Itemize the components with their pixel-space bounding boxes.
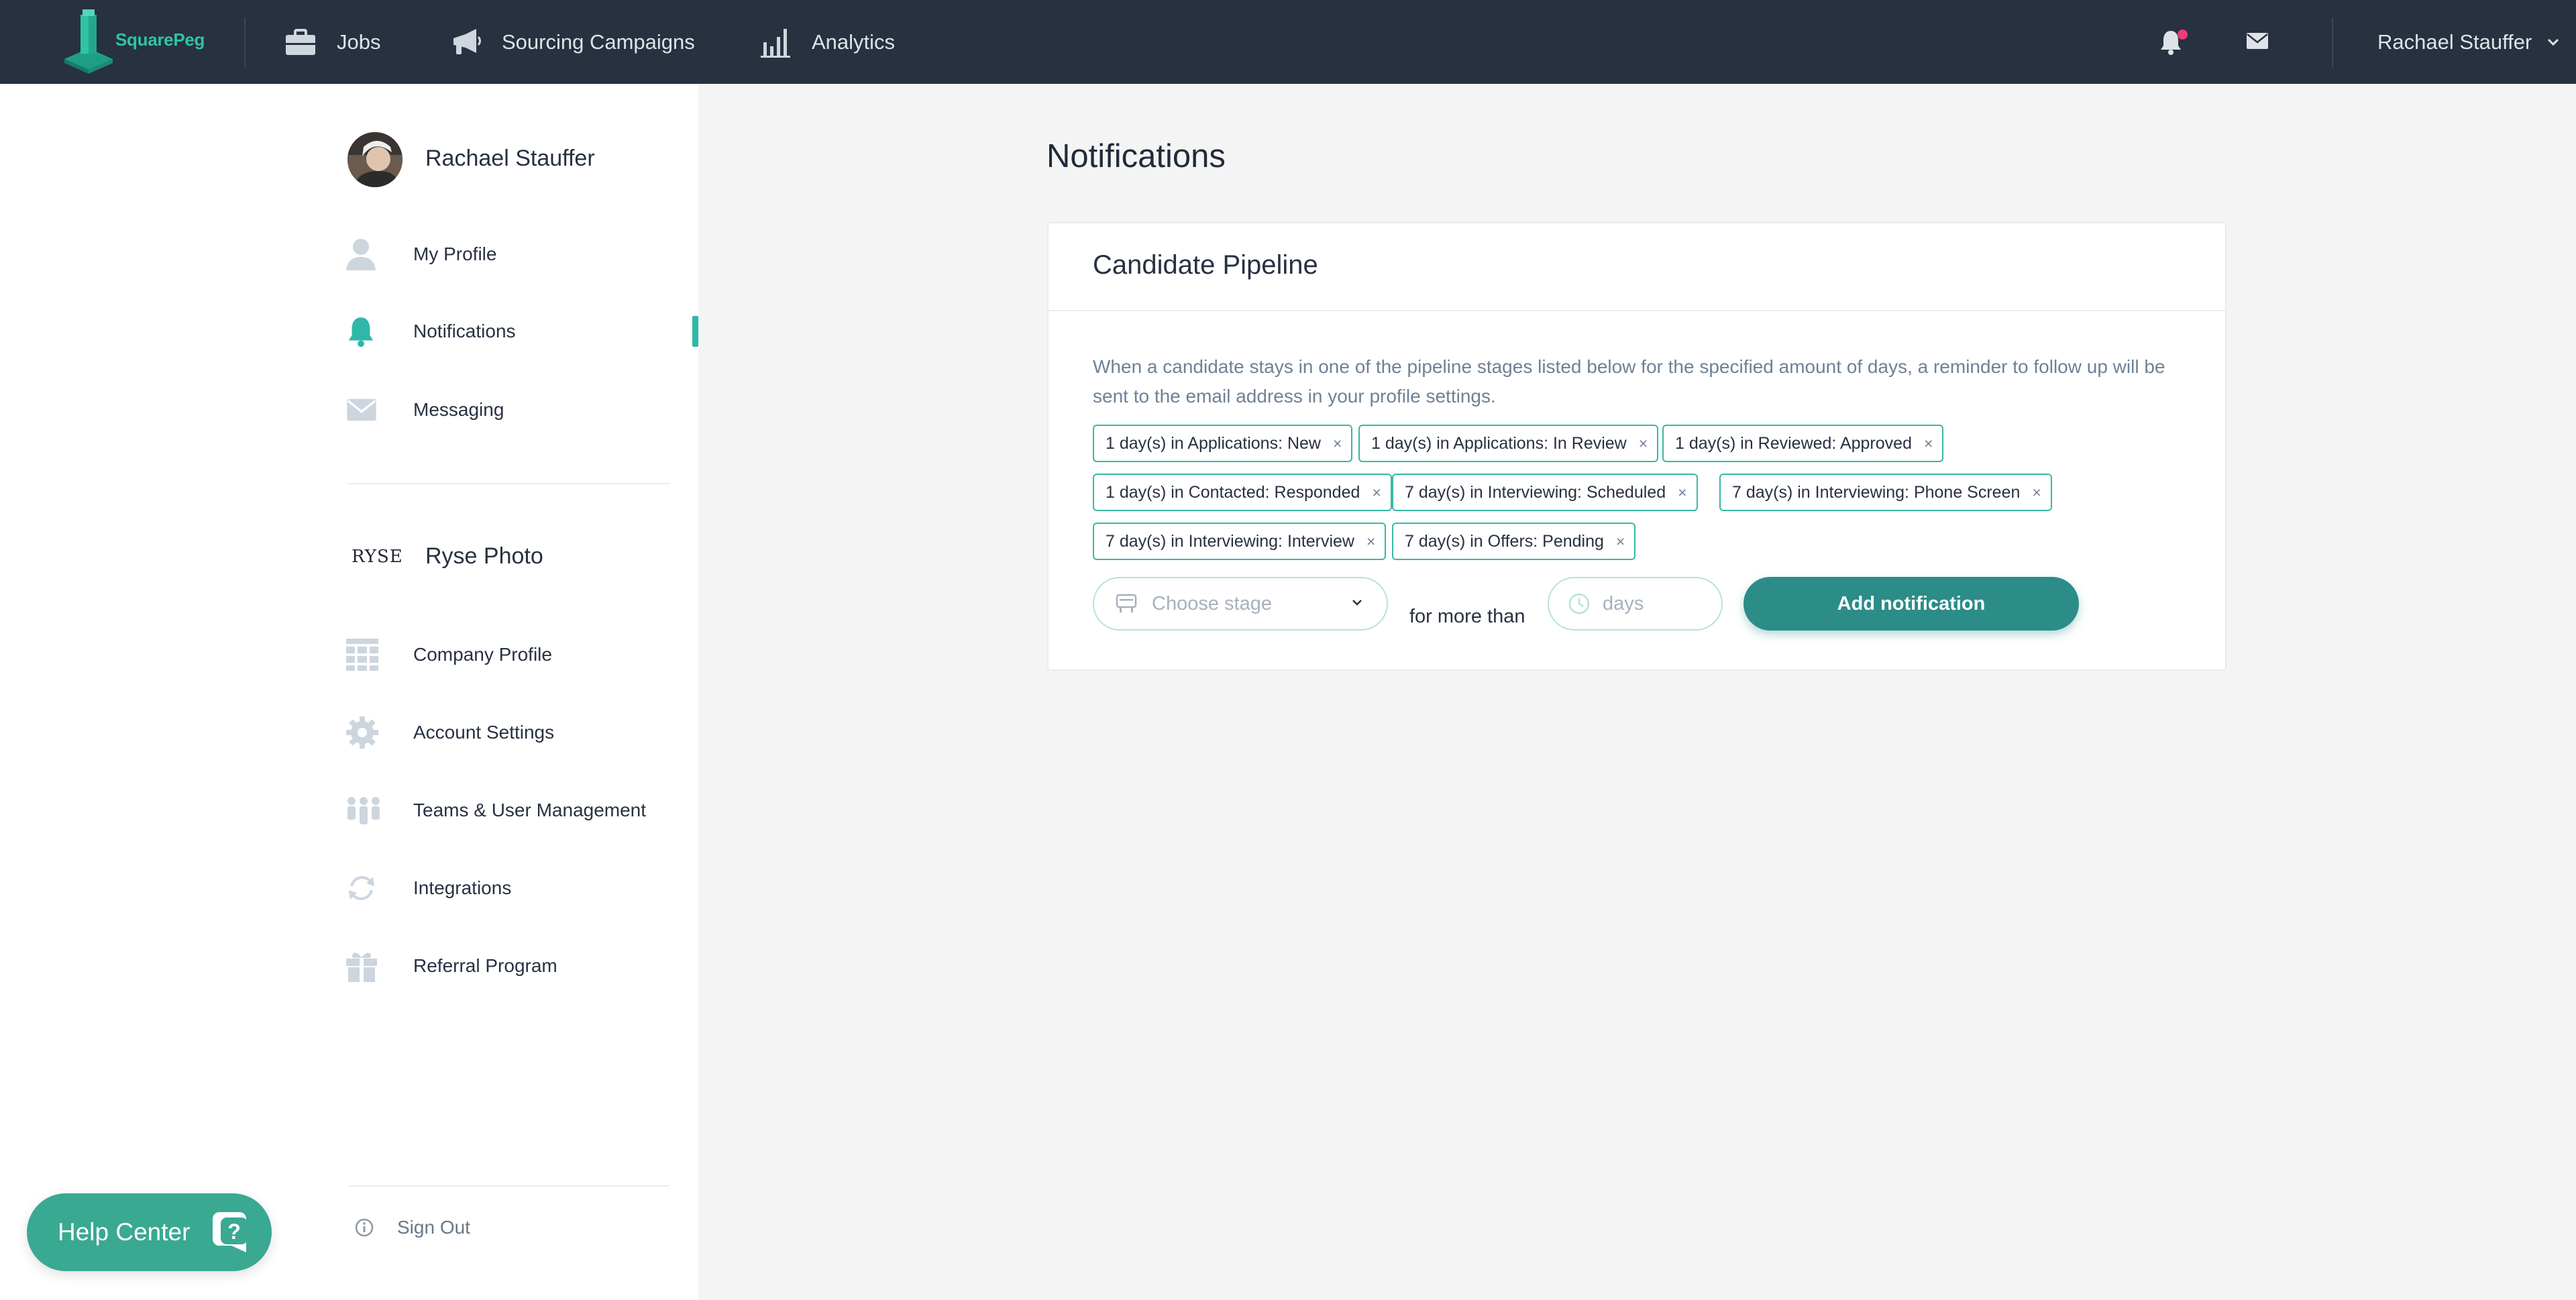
card-description: When a candidate stays in one of the pip… (1093, 356, 2165, 407)
notification-tag: 1 day(s) in Reviewed: Approved × (1662, 425, 1944, 462)
nav-sourcing-campaigns-label: Sourcing Campaigns (502, 30, 695, 54)
sidebar-item-my-profile[interactable]: My Profile (346, 231, 682, 278)
settings-sidebar: Rachael Stauffer My Profile Notification… (0, 84, 698, 1300)
notification-tag: 7 day(s) in Interviewing: Scheduled × (1392, 474, 1698, 511)
remove-tag-icon[interactable]: × (1924, 435, 1933, 453)
page-title: Notifications (1046, 138, 1226, 174)
sidebar-item-label: Notifications (413, 321, 516, 341)
days-input[interactable] (1603, 592, 1710, 615)
nav-jobs-label: Jobs (337, 30, 381, 54)
nav-sourcing-campaigns[interactable]: Sourcing Campaigns (451, 0, 695, 84)
notification-tag: 7 day(s) in Interviewing: Interview × (1093, 523, 1387, 560)
tag-label: 7 day(s) in Interviewing: Phone Screen (1732, 482, 2021, 502)
unread-notification-dot (2178, 30, 2188, 40)
bar-chart-icon (761, 28, 790, 58)
notification-tag: 7 day(s) in Offers: Pending × (1392, 523, 1636, 560)
sidebar-item-label: Account Settings (413, 722, 555, 743)
sidebar-item-label: Teams & User Management (413, 800, 647, 820)
info-circle-icon (355, 1218, 374, 1237)
sidebar-item-label: Integrations (413, 877, 512, 898)
tag-label: 7 day(s) in Interviewing: Interview (1106, 531, 1354, 551)
nav-analytics[interactable]: Analytics (759, 0, 895, 84)
candidate-pipeline-card: Candidate Pipeline When a candidate stay… (1047, 222, 2226, 671)
person-icon (346, 235, 384, 273)
active-item-indicator (692, 316, 698, 347)
notification-tag: 1 day(s) in Applications: In Review × (1358, 425, 1659, 462)
sidebar-item-company-profile[interactable]: Company Profile (346, 631, 682, 678)
sidebar-divider (347, 483, 669, 484)
building-icon (346, 636, 384, 673)
squarepeg-logo-icon (64, 9, 113, 74)
clock-icon (1568, 593, 1590, 614)
bell-icon (346, 313, 384, 350)
sidebar-item-notifications[interactable]: Notifications (346, 308, 682, 355)
sidebar-item-account-settings[interactable]: Account Settings (346, 709, 682, 756)
megaphone-icon (453, 28, 481, 54)
stage-select[interactable]: Choose stage (1093, 577, 1388, 631)
avatar-photo (347, 132, 402, 187)
sidebar-item-integrations[interactable]: Integrations (346, 865, 682, 912)
chevron-down-icon (1352, 600, 1362, 606)
squarepeg-logo[interactable]: SquarePeg (62, 9, 209, 74)
gear-icon (346, 714, 384, 751)
remove-tag-icon[interactable]: × (1639, 435, 1648, 453)
card-title: Candidate Pipeline (1093, 250, 1318, 280)
card-header: Candidate Pipeline (1049, 223, 2225, 311)
avatar (347, 132, 402, 187)
pipeline-stage-icon (1116, 594, 1137, 612)
tag-label: 1 day(s) in Contacted: Responded (1106, 482, 1360, 502)
envelope-icon (2247, 33, 2268, 49)
sidebar-item-label: Referral Program (413, 955, 557, 976)
tag-label: 1 day(s) in Reviewed: Approved (1675, 433, 1912, 453)
brand-name: SquarePeg (115, 30, 205, 50)
remove-tag-icon[interactable]: × (2032, 484, 2041, 502)
gift-icon (346, 947, 384, 985)
remove-tag-icon[interactable]: × (1366, 533, 1375, 551)
sidebar-item-messaging[interactable]: Messaging (346, 386, 682, 433)
sidebar-item-referral-program[interactable]: Referral Program (346, 942, 682, 989)
envelope-icon (346, 391, 384, 429)
nav-divider (244, 17, 246, 67)
user-menu[interactable]: Rachael Stauffer (2377, 0, 2560, 84)
sidebar-item-label: My Profile (413, 243, 497, 264)
tag-label: 1 day(s) in Applications: In Review (1371, 433, 1627, 453)
stage-select-placeholder: Choose stage (1152, 592, 1272, 614)
nav-jobs[interactable]: Jobs (284, 0, 380, 84)
sync-icon (346, 869, 384, 907)
add-notification-button[interactable]: Add notification (1743, 577, 2079, 631)
sign-out-link[interactable]: Sign Out (354, 1217, 470, 1238)
sidebar-divider-bottom (347, 1185, 669, 1187)
remove-tag-icon[interactable]: × (1372, 484, 1381, 502)
user-menu-name: Rachael Stauffer (2377, 30, 2532, 54)
sign-out-label: Sign Out (397, 1217, 470, 1238)
company-name: Ryse Photo (425, 543, 543, 569)
remove-tag-icon[interactable]: × (1678, 484, 1686, 502)
sidebar-item-teams-user-management[interactable]: Teams & User Management (346, 787, 682, 834)
nav-divider-right (2332, 17, 2333, 67)
help-center-button[interactable]: Help Center ? (27, 1193, 272, 1271)
chevron-down-icon (2548, 38, 2559, 46)
profile-name: Rachael Stauffer (425, 146, 595, 171)
svg-text:?: ? (227, 1220, 241, 1244)
nav-analytics-label: Analytics (812, 30, 896, 54)
help-chat-icon: ? (213, 1212, 248, 1252)
for-more-than-label: for more than (1409, 606, 1525, 627)
help-center-label: Help Center (58, 1218, 191, 1246)
top-navigation-bar: SquarePeg Jobs Sourcing Campaigns Analyt… (0, 0, 2576, 84)
company-logo: RYSE (352, 547, 403, 567)
sidebar-item-label: Company Profile (413, 644, 552, 665)
tag-label: 7 day(s) in Offers: Pending (1405, 531, 1604, 551)
tag-label: 7 day(s) in Interviewing: Scheduled (1405, 482, 1666, 502)
notification-tag: 7 day(s) in Interviewing: Phone Screen × (1719, 474, 2052, 511)
briefcase-icon (286, 28, 315, 55)
notification-tag: 1 day(s) in Contacted: Responded × (1093, 474, 1392, 511)
remove-tag-icon[interactable]: × (1616, 533, 1625, 551)
notification-tag: 1 day(s) in Applications: New × (1093, 425, 1353, 462)
messages-button[interactable] (2246, 32, 2269, 53)
sidebar-item-label: Messaging (413, 399, 504, 420)
team-icon (346, 792, 384, 829)
remove-tag-icon[interactable]: × (1333, 435, 1342, 453)
tag-label: 1 day(s) in Applications: New (1106, 433, 1321, 453)
days-field[interactable] (1548, 577, 1723, 631)
